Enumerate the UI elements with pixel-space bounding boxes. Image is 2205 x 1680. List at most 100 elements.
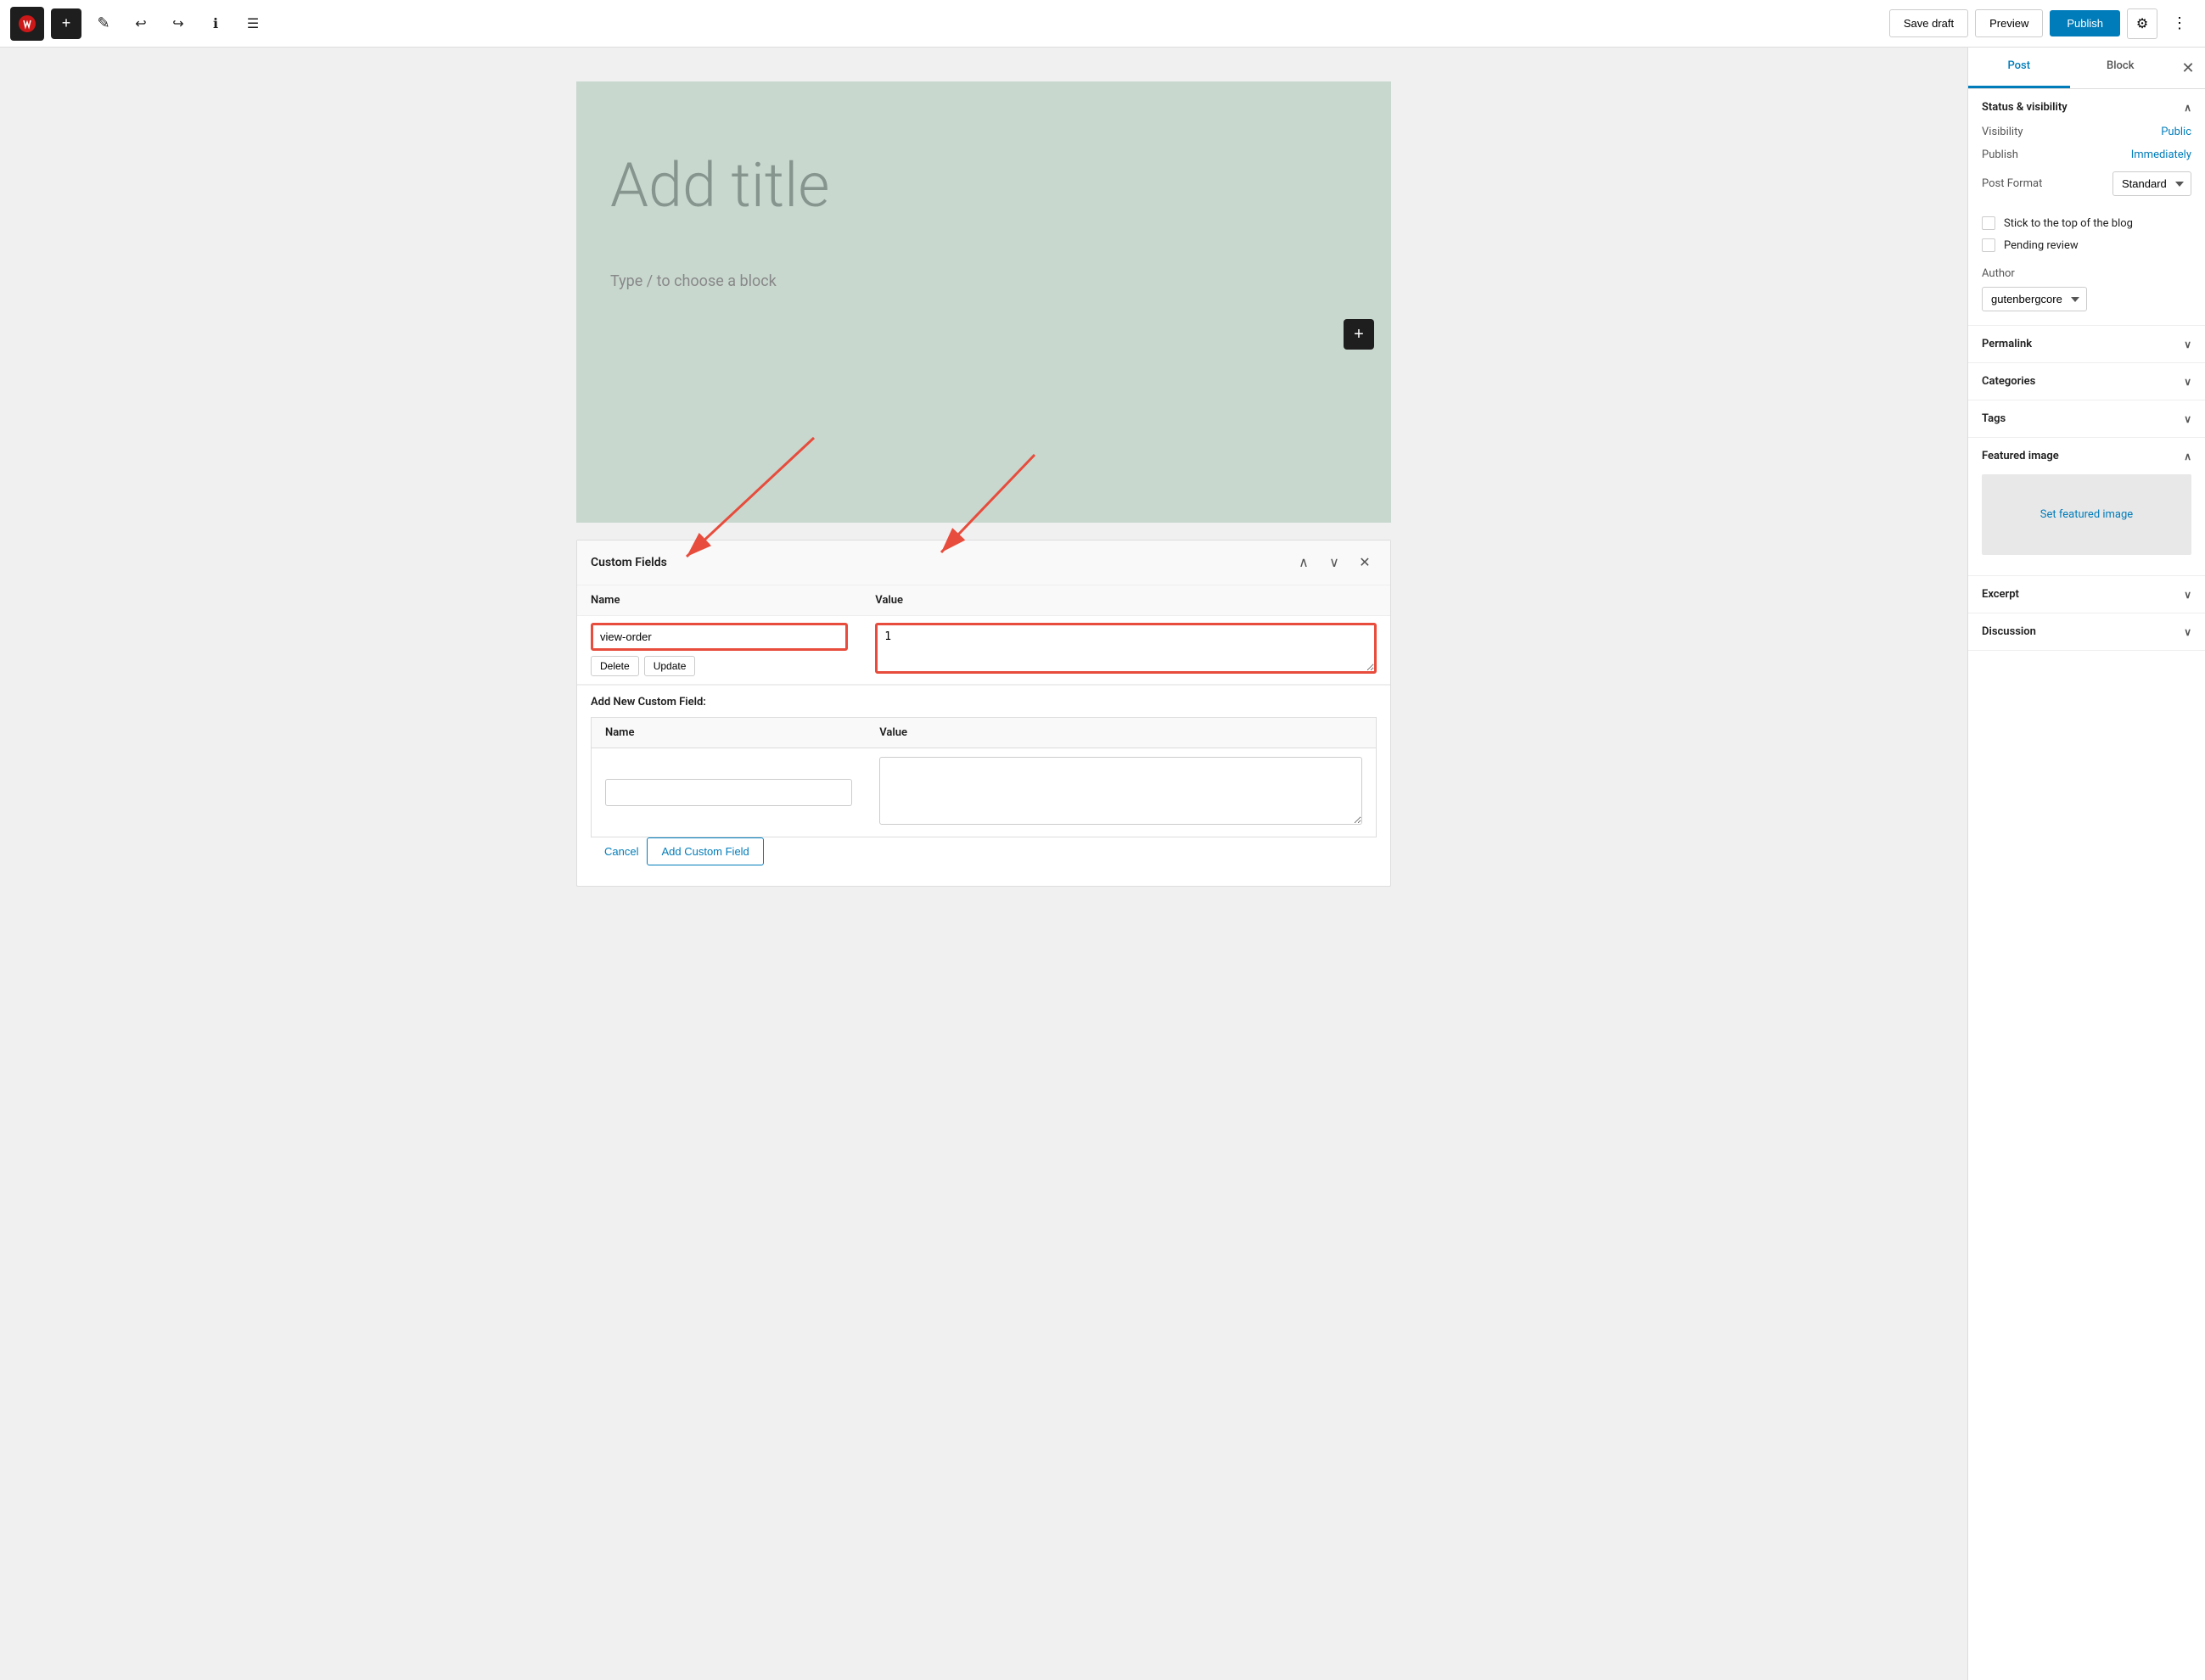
editor-area: Add title Type / to choose a block + bbox=[0, 48, 1967, 1680]
visibility-label: Visibility bbox=[1982, 126, 2023, 138]
author-section: Author gutenbergcore bbox=[1982, 267, 2191, 311]
editor-canvas: Add title Type / to choose a block + bbox=[576, 81, 1391, 523]
settings-icon: ⚙ bbox=[2136, 15, 2148, 32]
permalink-chevron-icon: ∨ bbox=[2184, 339, 2191, 350]
featured-image-chevron-icon: ∧ bbox=[2184, 451, 2191, 462]
pending-review-checkbox[interactable] bbox=[1982, 238, 1995, 252]
publish-row: Publish Immediately bbox=[1982, 148, 2191, 161]
custom-fields-header: Custom Fields ∧ ∨ ✕ bbox=[577, 540, 1390, 585]
wp-logo bbox=[10, 7, 44, 41]
stick-top-checkbox[interactable] bbox=[1982, 216, 1995, 230]
sidebar-close-button[interactable]: ✕ bbox=[2171, 48, 2205, 88]
excerpt-section: Excerpt ∨ bbox=[1968, 576, 2205, 613]
sidebar: Post Block ✕ Status & visibility ∧ Visib… bbox=[1967, 48, 2205, 1680]
preview-button[interactable]: Preview bbox=[1975, 9, 2043, 37]
close-icon: ✕ bbox=[2181, 59, 2194, 77]
add-new-cf-title: Add New Custom Field: bbox=[591, 696, 1377, 708]
categories-chevron-icon: ∨ bbox=[2184, 376, 2191, 388]
edit-mode-button[interactable]: ✎ bbox=[88, 8, 119, 39]
cf-name-cell: Delete Update bbox=[577, 616, 861, 685]
custom-fields-table: Name Value Delete Update bbox=[577, 585, 1390, 685]
table-row: Delete Update 1 bbox=[577, 616, 1390, 685]
add-block-toolbar-button[interactable]: + bbox=[51, 8, 81, 39]
set-featured-image-button[interactable]: Set featured image bbox=[1982, 474, 2191, 555]
info-button[interactable]: ℹ bbox=[200, 8, 231, 39]
status-visibility-header[interactable]: Status & visibility ∧ bbox=[1968, 89, 2205, 126]
excerpt-header[interactable]: Excerpt ∨ bbox=[1968, 576, 2205, 613]
block-placeholder[interactable]: Type / to choose a block bbox=[610, 272, 1357, 290]
custom-fields-title: Custom Fields bbox=[591, 556, 667, 569]
tags-section: Tags ∨ bbox=[1968, 400, 2205, 438]
author-select[interactable]: gutenbergcore bbox=[1982, 287, 2087, 311]
add-cf-value-header: Value bbox=[866, 718, 1376, 748]
stick-top-row: Stick to the top of the blog bbox=[1982, 216, 2191, 230]
tab-post[interactable]: Post bbox=[1968, 48, 2070, 88]
add-block-button[interactable]: + bbox=[1344, 319, 1374, 350]
cf-value-cell: 1 bbox=[861, 616, 1390, 685]
cancel-cf-button[interactable]: Cancel bbox=[604, 845, 638, 858]
tab-block[interactable]: Block bbox=[2070, 48, 2172, 88]
add-cf-name-input[interactable] bbox=[605, 779, 852, 806]
permalink-title: Permalink bbox=[1982, 338, 2032, 350]
tags-chevron-icon: ∨ bbox=[2184, 413, 2191, 425]
cf-value-header: Value bbox=[861, 585, 1390, 616]
tags-header[interactable]: Tags ∨ bbox=[1968, 400, 2205, 437]
pending-review-label: Pending review bbox=[2004, 239, 2079, 252]
add-new-cf-section: Add New Custom Field: Name Value bbox=[577, 685, 1390, 886]
add-cf-button[interactable]: Add Custom Field bbox=[647, 837, 763, 865]
save-draft-button[interactable]: Save draft bbox=[1889, 9, 1968, 37]
visibility-row: Visibility Public bbox=[1982, 126, 2191, 138]
cf-collapse-down-button[interactable]: ∨ bbox=[1322, 551, 1346, 574]
list-view-button[interactable]: ☰ bbox=[238, 8, 268, 39]
add-cf-name-cell bbox=[592, 748, 867, 837]
add-cf-value-textarea[interactable] bbox=[879, 757, 1362, 825]
post-format-select[interactable]: Standard Aside Chat Gallery bbox=[2112, 171, 2191, 196]
undo-icon: ↩ bbox=[135, 15, 146, 32]
cf-name-header: Name bbox=[577, 585, 861, 616]
permalink-header[interactable]: Permalink ∨ bbox=[1968, 326, 2205, 362]
custom-fields-controls: ∧ ∨ ✕ bbox=[1292, 551, 1377, 574]
status-visibility-title: Status & visibility bbox=[1982, 101, 2068, 114]
pending-review-row: Pending review bbox=[1982, 238, 2191, 252]
toolbar-right: Save draft Preview Publish ⚙ ⋮ bbox=[1889, 8, 2195, 39]
featured-image-header[interactable]: Featured image ∧ bbox=[1968, 438, 2205, 474]
add-cf-actions: Cancel Add Custom Field bbox=[591, 837, 1377, 876]
custom-fields-section: Custom Fields ∧ ∨ ✕ Name Value bbox=[576, 540, 1391, 887]
title-placeholder[interactable]: Add title bbox=[610, 149, 1357, 221]
cf-update-button[interactable]: Update bbox=[644, 656, 696, 676]
settings-button[interactable]: ⚙ bbox=[2127, 8, 2157, 39]
undo-button[interactable]: ↩ bbox=[126, 8, 156, 39]
discussion-chevron-icon: ∨ bbox=[2184, 626, 2191, 638]
list-view-icon: ☰ bbox=[247, 15, 259, 32]
discussion-header[interactable]: Discussion ∨ bbox=[1968, 613, 2205, 650]
featured-image-section: Featured image ∧ Set featured image bbox=[1968, 438, 2205, 576]
author-label: Author bbox=[1982, 267, 2191, 280]
redo-icon: ↪ bbox=[172, 15, 183, 32]
excerpt-chevron-icon: ∨ bbox=[2184, 589, 2191, 601]
annotation-arrows bbox=[576, 81, 1391, 523]
info-icon: ℹ bbox=[213, 15, 218, 32]
more-icon: ⋮ bbox=[2172, 14, 2187, 32]
cf-value-textarea[interactable]: 1 bbox=[875, 623, 1377, 674]
discussion-title: Discussion bbox=[1982, 625, 2036, 638]
add-cf-row bbox=[592, 748, 1377, 837]
visibility-value[interactable]: Public bbox=[2161, 126, 2191, 138]
cf-close-button[interactable]: ✕ bbox=[1353, 551, 1377, 574]
cf-delete-button[interactable]: Delete bbox=[591, 656, 639, 676]
cf-collapse-up-button[interactable]: ∧ bbox=[1292, 551, 1316, 574]
categories-section: Categories ∨ bbox=[1968, 363, 2205, 400]
status-visibility-content: Visibility Public Publish Immediately Po… bbox=[1968, 126, 2205, 325]
redo-button[interactable]: ↪ bbox=[163, 8, 194, 39]
main-layout: Add title Type / to choose a block + bbox=[0, 48, 2205, 1680]
more-options-button[interactable]: ⋮ bbox=[2164, 8, 2195, 39]
categories-header[interactable]: Categories ∨ bbox=[1968, 363, 2205, 400]
publish-value[interactable]: Immediately bbox=[2131, 148, 2191, 161]
cf-name-input[interactable] bbox=[591, 623, 848, 651]
discussion-section: Discussion ∨ bbox=[1968, 613, 2205, 651]
add-cf-value-cell bbox=[866, 748, 1376, 837]
publish-button[interactable]: Publish bbox=[2050, 10, 2120, 36]
cf-row-actions: Delete Update bbox=[591, 656, 848, 676]
tags-title: Tags bbox=[1982, 412, 2006, 425]
publish-label: Publish bbox=[1982, 148, 2018, 161]
stick-top-label: Stick to the top of the blog bbox=[2004, 217, 2133, 230]
